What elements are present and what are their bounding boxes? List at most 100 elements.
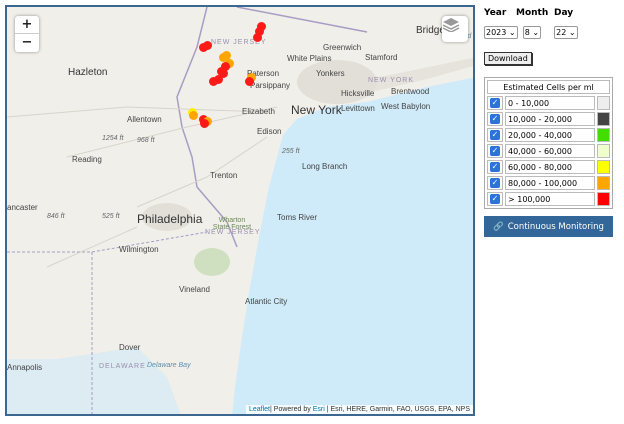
map-label: Edison xyxy=(257,127,282,136)
month-label: Month xyxy=(516,8,549,18)
legend-swatch xyxy=(597,96,610,110)
legend-checkbox-cell: ✓ xyxy=(487,160,503,174)
map-label: Delaware Bay xyxy=(147,362,191,369)
month-select[interactable]: 8 ⌄ xyxy=(522,26,542,39)
legend-swatch xyxy=(597,160,610,174)
legend-swatch xyxy=(597,192,610,206)
sample-point-red[interactable] xyxy=(203,41,212,50)
map-label: Wilmington xyxy=(119,245,159,254)
map-label: Allentown xyxy=(127,115,162,124)
map-label: NEW YORK xyxy=(368,77,414,84)
legend-row: ✓ 40,000 - 60,000 xyxy=(487,144,610,158)
sample-point-red[interactable] xyxy=(209,77,218,86)
legend-row: ✓ 20,000 - 40,000 xyxy=(487,128,610,142)
legend-checkbox[interactable]: ✓ xyxy=(490,130,500,140)
legend-checkbox[interactable]: ✓ xyxy=(490,194,500,204)
download-button[interactable]: Download xyxy=(484,52,532,65)
legend-checkbox-cell: ✓ xyxy=(487,192,503,206)
day-label: Day xyxy=(554,8,574,18)
legend-row: ✓ 10,000 - 20,000 xyxy=(487,112,610,126)
map-label: Levittown xyxy=(341,104,375,113)
legend-checkbox-cell: ✓ xyxy=(487,176,503,190)
map-label: ancaster xyxy=(7,203,38,212)
sample-point-orange[interactable] xyxy=(189,111,198,120)
legend-checkbox[interactable]: ✓ xyxy=(490,114,500,124)
year-select[interactable]: 2023 ⌄ xyxy=(484,26,518,39)
map-label: Vineland xyxy=(179,285,210,294)
legend-range: 10,000 - 20,000 xyxy=(505,112,595,126)
map-label: New York xyxy=(291,103,342,117)
legend-checkbox[interactable]: ✓ xyxy=(490,178,500,188)
control-panel: Year Month Day 2023 ⌄ 8 ⌄ 22 ⌄ Download Es… xyxy=(484,8,614,237)
map-label: Greenwich xyxy=(323,43,362,52)
link-icon: 🔗 xyxy=(493,221,504,232)
zoom-control: + − xyxy=(15,16,39,52)
attribution-sources: | Esri, HERE, Garmin, FAO, USGS, EPA, NP… xyxy=(324,406,470,413)
legend-swatch xyxy=(597,144,610,158)
map-label: Hicksville xyxy=(341,89,375,98)
sample-point-red[interactable] xyxy=(217,67,226,76)
legend-row: ✓ 80,000 - 100,000 xyxy=(487,176,610,190)
legend-range: 20,000 - 40,000 xyxy=(505,128,595,142)
map-label: Dover xyxy=(119,343,141,352)
legend-swatch xyxy=(597,176,610,190)
map-label: Hazleton xyxy=(68,67,108,78)
legend-range: 40,000 - 60,000 xyxy=(505,144,595,158)
sample-point-red[interactable] xyxy=(253,33,262,42)
map-label: Long Branch xyxy=(302,162,348,171)
legend-row: ✓ > 100,000 xyxy=(487,192,610,206)
map-label: Atlantic City xyxy=(245,297,288,306)
legend-row: ✓ 60,000 - 80,000 xyxy=(487,160,610,174)
legend-table: Estimated Cells per ml ✓ 0 - 10,000 ✓ 10,00… xyxy=(484,77,613,209)
map-label: Elizabeth xyxy=(242,107,275,116)
map-label: 255 ft xyxy=(282,148,300,155)
continuous-monitoring-label: Continuous Monitoring xyxy=(507,221,604,232)
legend-checkbox[interactable]: ✓ xyxy=(490,98,500,108)
legend-title: Estimated Cells per ml xyxy=(487,80,610,94)
layers-button[interactable] xyxy=(442,16,468,42)
legend-row: ✓ 0 - 10,000 xyxy=(487,96,610,110)
legend-checkbox-cell: ✓ xyxy=(487,144,503,158)
legend-checkbox[interactable]: ✓ xyxy=(490,162,500,172)
legend-range: 0 - 10,000 xyxy=(505,96,595,110)
wharton-forest xyxy=(194,248,230,276)
map-label: Philadelphia xyxy=(137,212,203,226)
map-label: 968 ft xyxy=(137,137,155,144)
legend-checkbox[interactable]: ✓ xyxy=(490,146,500,156)
day-select[interactable]: 22 ⌄ xyxy=(554,26,578,39)
map-label: Stamford xyxy=(365,53,398,62)
sample-point-red[interactable] xyxy=(245,77,254,86)
attribution: Leaflet| Powered by Esri | Esri, HERE, G… xyxy=(245,405,473,414)
map-label: Brentwood xyxy=(391,87,430,96)
map-label: Annapolis xyxy=(7,363,43,372)
zoom-in-button[interactable]: + xyxy=(15,16,39,34)
esri-link[interactable]: Esri xyxy=(313,406,325,413)
map-label: Trenton xyxy=(210,171,238,180)
attribution-text: | Powered by xyxy=(270,406,313,413)
legend-range: 60,000 - 80,000 xyxy=(505,160,595,174)
legend-checkbox-cell: ✓ xyxy=(487,96,503,110)
layers-icon xyxy=(442,18,460,32)
map-label: 846 ft xyxy=(47,213,65,220)
map-label: White Plains xyxy=(287,54,332,63)
map-label: Wharton State Forest xyxy=(212,217,252,231)
map-label: Toms River xyxy=(277,213,318,222)
map-label: Reading xyxy=(72,155,102,164)
legend-swatch xyxy=(597,112,610,126)
legend-swatch xyxy=(597,128,610,142)
legend-checkbox-cell: ✓ xyxy=(487,128,503,142)
map[interactable]: Bridgeport Greenwich White Plains Stamford N… xyxy=(5,5,475,416)
continuous-monitoring-button[interactable]: 🔗 Continuous Monitoring xyxy=(484,216,613,237)
legend-checkbox-cell: ✓ xyxy=(487,112,503,126)
zoom-out-button[interactable]: − xyxy=(15,34,39,52)
leaflet-link[interactable]: Leaflet xyxy=(249,406,270,413)
sample-point-red[interactable] xyxy=(200,119,209,128)
map-label: 525 ft xyxy=(102,213,120,220)
legend-range: > 100,000 xyxy=(505,192,595,206)
map-label: Parsippany xyxy=(250,81,291,90)
map-label: DELAWARE xyxy=(99,363,146,370)
legend-range: 80,000 - 100,000 xyxy=(505,176,595,190)
delaware-bay xyxy=(7,347,181,414)
map-label: 1254 ft xyxy=(102,135,124,142)
map-label: Yonkers xyxy=(316,69,345,78)
